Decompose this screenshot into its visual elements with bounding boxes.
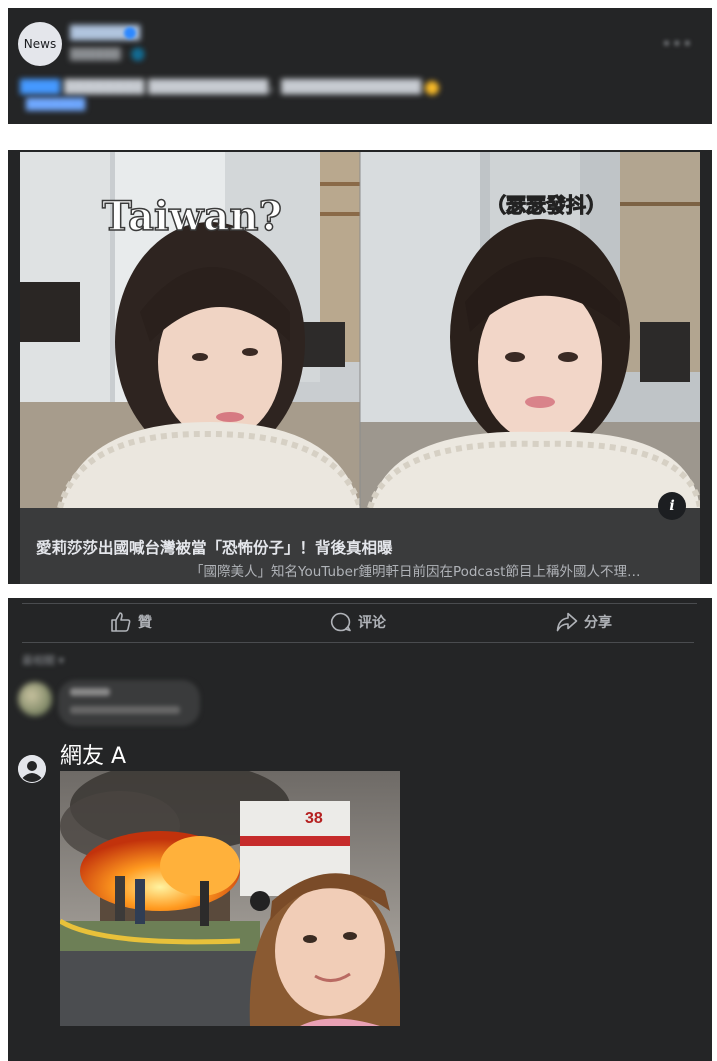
- emoji-icon: [425, 80, 440, 95]
- post-text: ████ ████████ ████████████，█████████████…: [20, 76, 460, 95]
- image-caption-right: （瑟瑟發抖）: [486, 193, 606, 217]
- crop-band: [8, 124, 712, 150]
- fire-truck-number: 38: [305, 810, 323, 827]
- link-description: 「國際美人」知名YouTuber鍾明軒日前因在Podcast節目上稱外國人不理…: [190, 564, 641, 580]
- comment-label: 评论: [358, 615, 386, 631]
- commenter-name-bar: [70, 688, 110, 696]
- crop-band: [8, 584, 712, 598]
- comment-button[interactable]: 评论: [330, 612, 386, 632]
- post-body-text: ████████ ████████████，██████████████: [64, 80, 422, 95]
- thumbs-up-icon: [111, 612, 131, 632]
- reply-author: 網友 A: [60, 744, 127, 769]
- commenter-avatar[interactable]: [18, 682, 52, 716]
- comment-bubble: [58, 680, 200, 726]
- comment-icon: [330, 612, 351, 632]
- avatar-label: News: [23, 37, 57, 51]
- post-timestamp[interactable]: ██████ · 🌐: [70, 48, 145, 61]
- info-icon[interactable]: i: [658, 492, 686, 520]
- page-avatar[interactable]: News: [18, 22, 62, 66]
- action-divider-bottom: [22, 642, 694, 643]
- reply-meme-image[interactable]: 38: [60, 771, 400, 1026]
- share-button[interactable]: 分享: [556, 612, 612, 632]
- hashtag[interactable]: ████: [20, 80, 60, 95]
- like-label: 贊: [138, 615, 152, 631]
- like-button[interactable]: 贊: [110, 612, 152, 632]
- link-preview-image[interactable]: Taiwan? （瑟瑟發抖）: [20, 152, 700, 508]
- comment-text-bar: [70, 706, 180, 714]
- user-avatar-icon: [18, 755, 46, 783]
- link-title[interactable]: 愛莉莎莎出國喊台灣被當「恐怖份子」！背後真相曝: [36, 536, 393, 558]
- comment-sort-dropdown[interactable]: 最相關 ▾: [22, 652, 64, 668]
- share-label: 分享: [584, 615, 612, 631]
- post-link[interactable]: ███████: [26, 98, 85, 111]
- action-divider-top: [22, 603, 697, 604]
- verified-badge-icon: [124, 27, 136, 39]
- more-options-icon[interactable]: •••: [662, 34, 693, 53]
- link-preview-card[interactable]: Taiwan? （瑟瑟發抖） i 愛莉莎莎出國喊台灣被當「恐怖份子」！背後真相曝…: [20, 152, 700, 584]
- share-icon: [556, 612, 578, 632]
- image-caption-left: Taiwan?: [102, 193, 282, 240]
- crop-edge: [0, 803, 8, 804]
